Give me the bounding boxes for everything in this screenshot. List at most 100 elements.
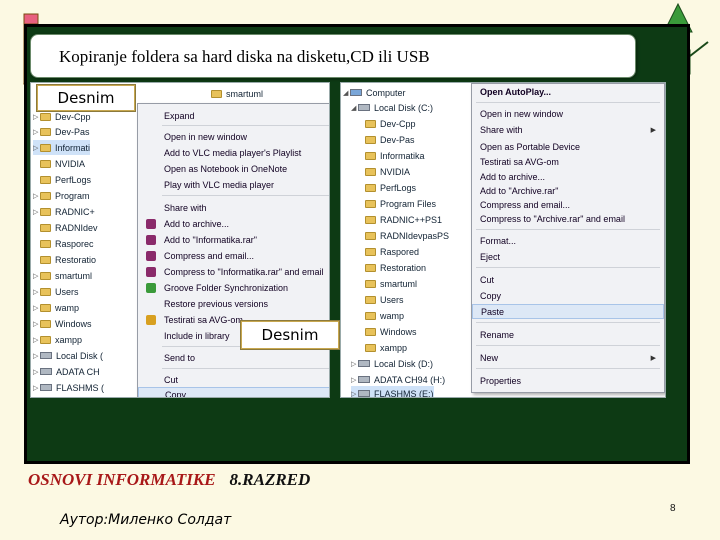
menu-item-label: Groove Folder Synchronization: [164, 282, 289, 293]
tree-item[interactable]: NVIDIA: [365, 164, 410, 179]
tree-item[interactable]: Restoration: [365, 260, 426, 275]
tree-item[interactable]: ▷ Program: [33, 188, 90, 203]
folder-icon: [365, 295, 376, 304]
menu-item-compress-rar-email[interactable]: Compress to "Archive.rar" and email: [472, 211, 664, 226]
menu-item-expand[interactable]: Expand: [138, 108, 329, 123]
slide: Kopiranje foldera sa hard diska na diske…: [0, 0, 720, 540]
menu-item-eject[interactable]: Eject: [472, 249, 664, 264]
tree-item[interactable]: Restoratio: [33, 252, 96, 267]
menu-item-label: Include in library: [164, 330, 230, 341]
menu-item-portable-device[interactable]: Open as Portable Device: [472, 139, 664, 154]
menu-item-rename[interactable]: Rename: [472, 327, 664, 342]
menu-item-compress-rar-email[interactable]: Compress to "Informatika.rar" and email: [138, 264, 329, 279]
author-credit: Аутор:Миленко Солдат: [60, 512, 232, 528]
expand-arrow-icon: ▷: [33, 288, 39, 296]
menu-item-label: Compress and email...: [480, 199, 571, 210]
menu-item-open-new-window[interactable]: Open in new window: [472, 106, 664, 121]
footer-subject: OSNOVI INFORMATIKE: [28, 470, 216, 489]
tree-item[interactable]: ▷ FLASHMS (: [33, 380, 104, 395]
expand-arrow-icon: ◢: [343, 89, 349, 97]
left-folder-tree: ▷ Dev-Cpp ▷ Dev-Pas ▷ Informati NVIDIA Perf…: [31, 83, 106, 397]
menu-item-vlc-playlist[interactable]: Add to VLC media player's Playlist: [138, 145, 329, 160]
tree-item[interactable]: ▷ wamp: [33, 300, 79, 315]
tree-item[interactable]: Dev-Cpp: [365, 116, 416, 131]
left-top-folder-label: smartuml: [226, 89, 264, 99]
tree-item[interactable]: RADNIdev: [33, 220, 98, 235]
folder-icon: [365, 263, 376, 272]
menu-item-compress-email[interactable]: Compress and email...: [472, 197, 664, 212]
tree-item[interactable]: ▷ smartuml: [33, 268, 92, 283]
tree-item[interactable]: ◢ Local Disk (C:): [351, 100, 433, 115]
menu-item-label: Open AutoPlay...: [480, 86, 552, 97]
tree-item[interactable]: ▷ Users: [33, 284, 79, 299]
menu-item-label: Compress to "Archive.rar" and email: [480, 213, 625, 224]
menu-item-cut[interactable]: Cut: [472, 272, 664, 287]
tree-item[interactable]: PerfLogs: [33, 172, 91, 187]
tree-item[interactable]: ▷ Local Disk (D:): [351, 356, 433, 371]
tree-item[interactable]: wamp: [365, 308, 404, 323]
folder-icon: [40, 175, 51, 184]
menu-item-groove-sync[interactable]: Groove Folder Synchronization▶: [138, 280, 329, 295]
tree-item[interactable]: ▷ RADNIC+: [33, 204, 95, 219]
tree-item[interactable]: ▷ Local Disk (: [33, 348, 103, 363]
menu-item-label: Paste: [481, 306, 505, 317]
menu-item-share-with[interactable]: Share with▶: [138, 200, 329, 215]
folder-icon: [40, 255, 51, 264]
menu-item-copy[interactable]: Copy: [472, 288, 664, 303]
tree-item-label: PerfLogs: [55, 174, 92, 185]
tree-item-label: xampp: [380, 342, 408, 353]
tree-item[interactable]: Raspored: [365, 244, 419, 259]
expand-arrow-icon: ▷: [33, 128, 39, 136]
folder-icon: [365, 119, 376, 128]
menu-item-onenote[interactable]: Open as Notebook in OneNote: [138, 161, 329, 176]
menu-item-add-rar[interactable]: Add to "Informatika.rar": [138, 232, 329, 247]
expand-arrow-icon: ▷: [33, 336, 39, 344]
menu-item-restore-versions[interactable]: Restore previous versions: [138, 296, 329, 311]
tree-item[interactable]: Informatika: [365, 148, 425, 163]
tree-item[interactable]: Program Files: [365, 196, 436, 211]
menu-item-avg-scan[interactable]: Testirati sa AVG-om: [472, 154, 664, 169]
tree-item[interactable]: ▷ Windows: [33, 316, 92, 331]
tree-item[interactable]: ▷ ADATA CH94 (H:): [351, 372, 445, 387]
expand-arrow-icon: ▷: [351, 360, 357, 368]
tree-item[interactable]: smartuml: [365, 276, 417, 291]
drive-icon: [358, 390, 370, 397]
tree-item-selected[interactable]: ▷ FLASHMS (E:): [351, 386, 434, 397]
menu-item-vlc-play[interactable]: Play with VLC media player: [138, 177, 329, 192]
menu-item-send-to[interactable]: Send to▶: [138, 350, 329, 365]
menu-item-open-new-window[interactable]: Open in new window: [138, 129, 329, 144]
tree-item[interactable]: ▷ xampp: [33, 332, 82, 347]
menu-item-cut[interactable]: Cut: [138, 372, 329, 387]
tree-item[interactable]: Rasporec: [33, 236, 94, 251]
tree-item[interactable]: xampp: [365, 340, 407, 355]
left-top-folder[interactable]: smartuml: [211, 85, 329, 103]
tree-item[interactable]: NVIDIA: [33, 156, 85, 171]
tree-item-selected[interactable]: ▷ Informati: [33, 140, 91, 155]
tree-item[interactable]: PerfLogs: [365, 180, 416, 195]
tree-item-label: Dev-Cpp: [380, 118, 416, 129]
menu-item-add-archive[interactable]: Add to archive...: [138, 216, 329, 231]
tree-item[interactable]: Users: [365, 292, 404, 307]
menu-item-properties[interactable]: Properties: [472, 373, 664, 388]
menu-item-compress-email[interactable]: Compress and email...: [138, 248, 329, 263]
tree-item[interactable]: Dev-Pas: [365, 132, 415, 147]
menu-item-format[interactable]: Format...: [472, 233, 664, 248]
folder-icon: [365, 247, 376, 256]
tree-item-computer[interactable]: ◢ Computer: [343, 85, 406, 100]
tree-item-label: Computer: [366, 87, 406, 98]
tree-item[interactable]: ▷ ADATA CH: [33, 364, 100, 379]
menu-item-add-archive[interactable]: Add to archive...: [472, 169, 664, 184]
tree-item[interactable]: ▷ Dev-Pas: [33, 124, 90, 139]
menu-item-copy[interactable]: Copy: [138, 387, 329, 397]
menu-item-share-with[interactable]: Share with▶: [472, 122, 664, 137]
menu-item-autoplay[interactable]: Open AutoPlay...: [472, 84, 664, 99]
menu-item-add-rar[interactable]: Add to "Archive.rar": [472, 183, 664, 198]
expand-arrow-icon: ◢: [351, 104, 357, 112]
tree-item[interactable]: RADNIC++PS1: [365, 212, 442, 227]
menu-item-label: New: [480, 352, 499, 363]
winrar-icon: [146, 234, 156, 245]
tree-item[interactable]: Windows: [365, 324, 417, 339]
tree-item[interactable]: RADNIdevpasPS: [365, 228, 449, 243]
menu-item-new[interactable]: New ▶: [472, 350, 664, 365]
menu-item-paste[interactable]: Paste: [472, 304, 664, 319]
